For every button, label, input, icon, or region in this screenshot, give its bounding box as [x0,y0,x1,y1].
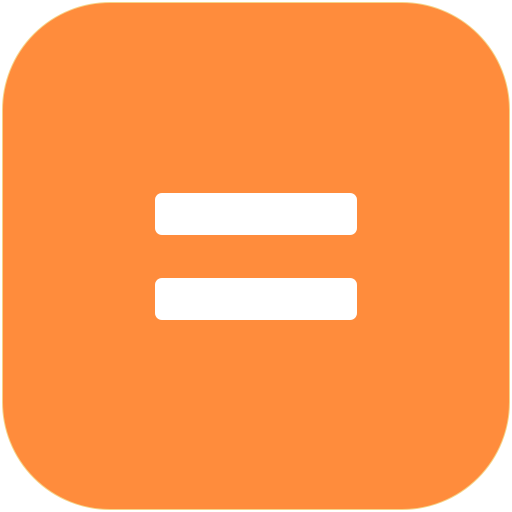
equals-icon [0,0,512,512]
equals-icon-top-bar [155,193,357,235]
equals-icon-bottom-bar [155,278,357,320]
